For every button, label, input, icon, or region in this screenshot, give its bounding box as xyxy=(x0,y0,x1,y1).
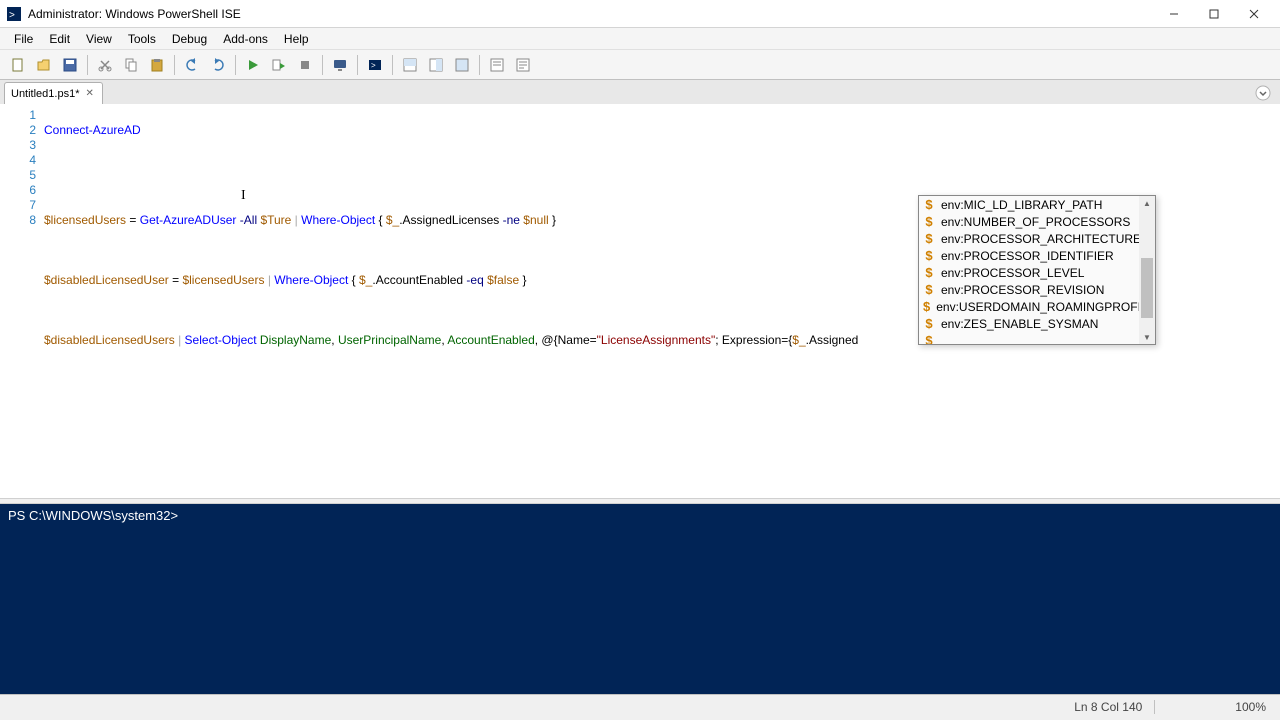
intellisense-item[interactable]: $env:PROCESSOR_REVISION xyxy=(919,281,1155,298)
intellisense-item[interactable]: $env:PROCESSOR_LEVEL xyxy=(919,264,1155,281)
intellisense-scrollbar[interactable]: ▲ ▼ xyxy=(1139,196,1155,344)
close-button[interactable] xyxy=(1234,0,1274,27)
console-prompt: PS C:\WINDOWS\system32> xyxy=(8,508,178,523)
titlebar: > Administrator: Windows PowerShell ISE xyxy=(0,0,1280,28)
window-controls xyxy=(1154,0,1274,27)
powershell-tab-button[interactable]: > xyxy=(363,53,387,77)
variable-icon: $ xyxy=(923,316,935,331)
cursor-position: Ln 8 Col 140 xyxy=(1074,700,1142,714)
paste-button[interactable] xyxy=(145,53,169,77)
run-selection-button[interactable] xyxy=(267,53,291,77)
tab-label: Untitled1.ps1* xyxy=(11,88,80,100)
new-button[interactable] xyxy=(6,53,30,77)
save-button[interactable] xyxy=(58,53,82,77)
maximize-button[interactable] xyxy=(1194,0,1234,27)
toolbar: > xyxy=(0,50,1280,80)
svg-text:>: > xyxy=(371,61,376,70)
menu-debug[interactable]: Debug xyxy=(164,30,215,48)
variable-icon: $ xyxy=(923,299,930,314)
intellisense-item[interactable]: $env:NUMBER_OF_PROCESSORS xyxy=(919,213,1155,230)
show-script-button[interactable] xyxy=(398,53,422,77)
show-script-right-button[interactable] xyxy=(424,53,448,77)
tab-close-icon[interactable]: ✕ xyxy=(84,88,96,99)
text-cursor-icon: I xyxy=(241,188,246,204)
intellisense-item[interactable]: $env:PROCESSOR_ARCHITECTURE xyxy=(919,230,1155,247)
new-remote-button[interactable] xyxy=(328,53,352,77)
menu-help[interactable]: Help xyxy=(276,30,317,48)
expand-script-icon[interactable] xyxy=(1254,84,1272,102)
scroll-down-icon[interactable]: ▼ xyxy=(1139,330,1155,344)
menu-edit[interactable]: Edit xyxy=(41,30,78,48)
show-command-addon-button[interactable] xyxy=(511,53,535,77)
variable-icon: $ xyxy=(923,214,935,229)
variable-icon: $ xyxy=(923,265,935,280)
intellisense-item[interactable]: $_ xyxy=(919,332,1155,344)
show-command-button[interactable] xyxy=(485,53,509,77)
file-tab[interactable]: Untitled1.ps1* ✕ xyxy=(4,82,103,104)
svg-text:>: > xyxy=(9,10,15,21)
menu-view[interactable]: View xyxy=(78,30,120,48)
undo-button[interactable] xyxy=(180,53,204,77)
intellisense-item[interactable]: $env:USERDOMAIN_ROAMINGPROFILE xyxy=(919,298,1155,315)
cut-button[interactable] xyxy=(93,53,117,77)
statusbar: Ln 8 Col 140 100% xyxy=(0,694,1280,718)
menu-addons[interactable]: Add-ons xyxy=(215,30,276,48)
variable-icon: $ xyxy=(923,231,935,246)
variable-icon: $ xyxy=(923,282,935,297)
app-icon: > xyxy=(6,6,22,22)
intellisense-item[interactable]: $env:ZES_ENABLE_SYSMAN xyxy=(919,315,1155,332)
line-gutter: 12345678 xyxy=(0,104,44,498)
menu-tools[interactable]: Tools xyxy=(120,30,164,48)
stop-button[interactable] xyxy=(293,53,317,77)
menu-file[interactable]: File xyxy=(6,30,41,48)
open-button[interactable] xyxy=(32,53,56,77)
console-pane[interactable]: PS C:\WINDOWS\system32> xyxy=(0,504,1280,694)
variable-icon: $ xyxy=(923,197,935,212)
intellisense-item[interactable]: $env:MIC_LD_LIBRARY_PATH xyxy=(919,196,1155,213)
intellisense-item[interactable]: $env:PROCESSOR_IDENTIFIER xyxy=(919,247,1155,264)
show-script-max-button[interactable] xyxy=(450,53,474,77)
menubar: File Edit View Tools Debug Add-ons Help xyxy=(0,28,1280,50)
copy-button[interactable] xyxy=(119,53,143,77)
tabbar: Untitled1.ps1* ✕ xyxy=(0,80,1280,104)
minimize-button[interactable] xyxy=(1154,0,1194,27)
intellisense-popup[interactable]: $env:MIC_LD_LIBRARY_PATH $env:NUMBER_OF_… xyxy=(918,195,1156,345)
window-title: Administrator: Windows PowerShell ISE xyxy=(28,7,1154,21)
redo-button[interactable] xyxy=(206,53,230,77)
run-button[interactable] xyxy=(241,53,265,77)
scroll-up-icon[interactable]: ▲ xyxy=(1139,196,1155,210)
zoom-level: 100% xyxy=(1154,700,1266,714)
scroll-thumb[interactable] xyxy=(1141,258,1153,318)
variable-icon: $ xyxy=(923,333,935,344)
variable-icon: $ xyxy=(923,248,935,263)
